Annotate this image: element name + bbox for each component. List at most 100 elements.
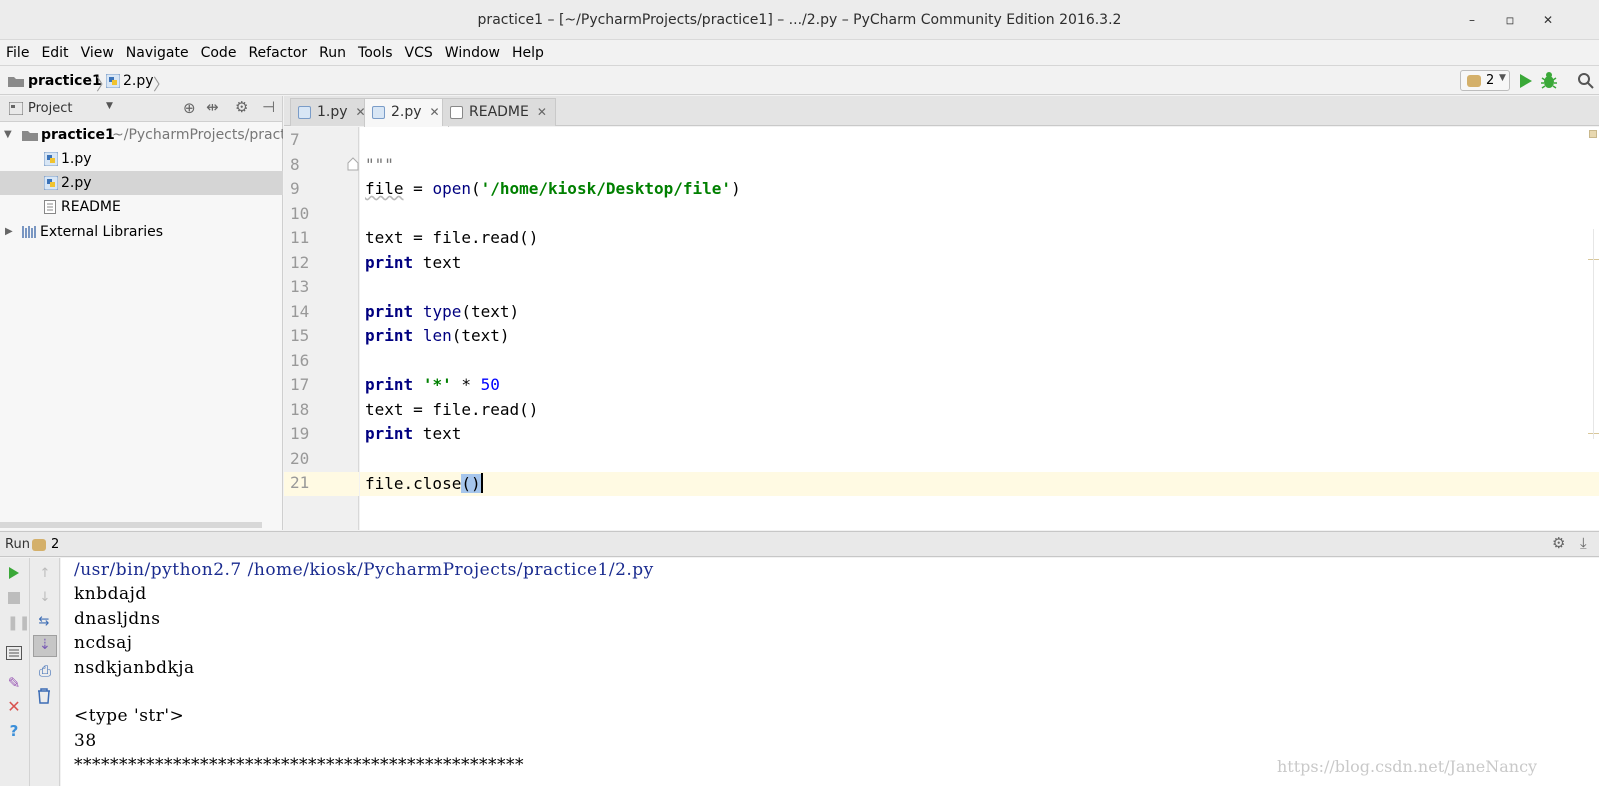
help-icon[interactable]: ?	[6, 723, 22, 739]
project-panel-title[interactable]: Project	[28, 101, 72, 116]
arrow-down-icon[interactable]: ↓	[37, 590, 53, 606]
tree-item-external-libraries[interactable]: ▶ External Libraries	[0, 220, 283, 244]
gear-icon[interactable]: ⚙	[235, 98, 248, 116]
project-root-name: practice1	[41, 127, 115, 143]
horizontal-scrollbar[interactable]	[0, 522, 262, 528]
hide-panel-icon[interactable]: ⤓	[1580, 534, 1587, 552]
trash-icon[interactable]	[37, 688, 53, 704]
vertical-scrollbar[interactable]	[1593, 229, 1594, 439]
console-output-line: ****************************************…	[74, 755, 524, 775]
run-panel-header: Run 2 ⚙ ⤓	[0, 531, 1599, 557]
line-number: 8	[290, 155, 300, 174]
pin-icon[interactable]: ✎	[6, 675, 22, 691]
external-libraries-label: External Libraries	[40, 224, 163, 240]
hide-panel-icon[interactable]: ⊣	[262, 98, 275, 116]
menu-view[interactable]: View	[81, 40, 114, 65]
arrow-up-icon[interactable]: ↑	[37, 566, 53, 582]
close-button[interactable]: ✕	[1538, 10, 1558, 30]
menu-tools[interactable]: Tools	[358, 40, 393, 65]
navigation-bar: practice1 〉 2.py 〉 2 ▼	[0, 67, 1599, 95]
pause-icon[interactable]: ❚❚	[7, 615, 30, 631]
menu-refactor[interactable]: Refactor	[248, 40, 307, 65]
folder-icon	[22, 131, 38, 141]
tree-item-file[interactable]: 1.py	[0, 147, 283, 171]
expand-arrow-icon[interactable]: ▼	[4, 123, 12, 147]
close-icon[interactable]: ✕	[6, 699, 22, 715]
python-file-icon	[106, 74, 120, 88]
title-bar: practice1 – [~/PycharmProjects/practice1…	[0, 0, 1599, 40]
code-keyword: print	[365, 424, 414, 443]
line-number: 16	[290, 351, 310, 370]
folder-icon	[8, 77, 24, 87]
search-icon[interactable]	[1578, 73, 1594, 89]
python-file-icon	[44, 176, 58, 190]
code-token: (	[470, 179, 481, 198]
tree-item-project-root[interactable]: ▼ practice1 ~/PycharmProjects/practice1	[0, 123, 283, 147]
menu-file[interactable]: File	[6, 40, 29, 65]
code-token: *	[451, 375, 481, 394]
inspection-status-icon[interactable]	[1589, 130, 1597, 138]
tree-item-file-selected[interactable]: 2.py	[0, 171, 283, 195]
menu-code[interactable]: Code	[201, 40, 237, 65]
run-config-tab[interactable]: 2	[51, 537, 59, 552]
code-editor[interactable]: """ file = open('/home/kiosk/Desktop/fil…	[360, 127, 1599, 530]
run-icon[interactable]	[1519, 73, 1533, 89]
layout-icon[interactable]	[6, 646, 22, 662]
text-file-icon	[450, 106, 463, 119]
watermark: https://blog.csdn.net/JaneNancy	[1277, 757, 1538, 776]
project-root-path: ~/PycharmProjects/practice1	[112, 127, 283, 143]
rerun-icon[interactable]	[7, 566, 23, 582]
run-config-selector[interactable]: 2 ▼	[1460, 70, 1510, 91]
code-line-close: file.close()	[365, 473, 483, 493]
line-number: 21	[290, 473, 310, 492]
line-number: 13	[290, 277, 310, 296]
scroll-from-source-icon[interactable]: ⊕	[183, 99, 196, 117]
window-title: practice1 – [~/PycharmProjects/practice1…	[477, 12, 1122, 28]
tab-readme[interactable]: README ✕	[442, 98, 556, 126]
collapse-all-icon[interactable]: ⇹	[206, 98, 219, 116]
text-file-icon	[44, 200, 56, 214]
breadcrumb-project[interactable]: practice1	[28, 73, 102, 89]
close-icon[interactable]: ✕	[430, 105, 440, 119]
print-icon[interactable]: ⎙	[37, 663, 53, 679]
scroll-to-end-toggle[interactable]: ⇣	[33, 635, 57, 657]
menu-edit[interactable]: Edit	[41, 40, 68, 65]
chevron-down-icon[interactable]: ▼	[106, 101, 113, 111]
soft-wrap-icon[interactable]: ⇆	[36, 614, 52, 630]
menu-bar: File Edit View Navigate Code Refactor Ru…	[0, 40, 1599, 66]
code-token: (text)	[451, 326, 510, 345]
minimize-button[interactable]: –	[1462, 10, 1482, 30]
python-config-icon	[1467, 75, 1481, 87]
menu-vcs[interactable]: VCS	[405, 40, 433, 65]
close-icon[interactable]: ✕	[537, 105, 547, 119]
line-number: 14	[290, 302, 310, 321]
python-file-icon	[372, 106, 385, 119]
editor-tabs: 1.py ✕ 2.py ✕ README ✕	[284, 96, 1599, 127]
file-name: 1.py	[61, 151, 92, 167]
menu-navigate[interactable]: Navigate	[126, 40, 189, 65]
tab-1-py[interactable]: 1.py ✕	[290, 98, 375, 126]
tab-label: 1.py	[317, 104, 348, 120]
menu-run[interactable]: Run	[319, 40, 346, 65]
code-line-print-len: print len(text)	[365, 326, 510, 345]
code-keyword: print	[365, 326, 414, 345]
stop-icon[interactable]	[8, 592, 20, 604]
gear-icon[interactable]: ⚙	[1552, 534, 1565, 552]
fold-marker-icon[interactable]	[347, 157, 359, 171]
maximize-button[interactable]: ◽	[1500, 10, 1520, 30]
menu-help[interactable]: Help	[512, 40, 544, 65]
run-console[interactable]: /usr/bin/python2.7 /home/kiosk/PycharmPr…	[61, 558, 1599, 786]
tab-2-py[interactable]: 2.py ✕	[364, 98, 449, 127]
tree-item-file[interactable]: README	[0, 195, 283, 219]
file-name: 2.py	[61, 175, 92, 191]
file-name: README	[61, 199, 121, 215]
caret-line-highlight	[360, 472, 1599, 496]
debug-icon[interactable]	[1541, 72, 1557, 89]
line-number: 12	[290, 253, 310, 272]
breadcrumb-file[interactable]: 2.py	[123, 73, 154, 89]
expand-arrow-icon[interactable]: ▶	[5, 220, 13, 244]
menu-window[interactable]: Window	[445, 40, 500, 65]
code-token: text	[413, 424, 462, 443]
project-tree: ▼ practice1 ~/PycharmProjects/practice1 …	[0, 122, 283, 530]
line-number: 19	[290, 424, 310, 443]
